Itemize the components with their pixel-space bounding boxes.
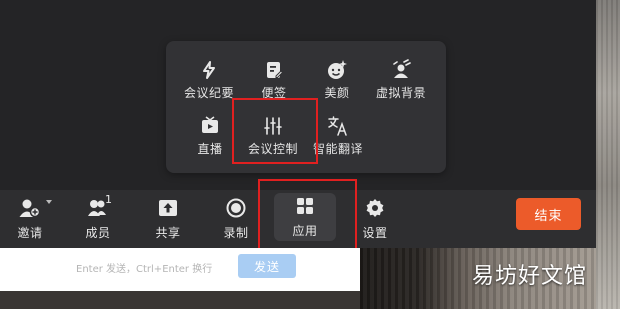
share-button[interactable]: 共享 [140,190,196,248]
highlight-apps-button [258,179,357,250]
highlight-meeting-control [232,98,318,164]
record-icon [225,197,247,219]
chevron-down-icon [46,200,52,204]
app-label: 会议纪要 [183,86,234,100]
members-label: 成员 [85,226,111,240]
app-label: 虚拟背景 [375,86,426,100]
settings-label: 设置 [362,226,388,240]
lightning-icon [198,59,220,81]
virtual-background-icon [390,59,412,81]
share-label: 共享 [155,226,181,240]
app-label: 智能翻译 [312,142,363,156]
chat-footer-strip [0,291,360,309]
share-screen-icon [157,197,179,219]
send-button[interactable]: 发送 [238,254,296,278]
app-notes[interactable]: 便签 [239,53,309,103]
end-meeting-button[interactable]: 结束 [516,198,581,230]
chat-hint: Enter 发送，Ctrl+Enter 换行 [76,264,213,275]
app-beauty[interactable]: 美颜 [302,53,372,103]
note-edit-icon [263,59,285,81]
members-button[interactable]: 1 成员 [70,190,126,248]
invite-button[interactable]: 邀请 [2,190,58,248]
members-icon: 1 [87,193,112,219]
app-virtual-background[interactable]: 虚拟背景 [366,53,436,103]
add-user-icon [19,197,52,219]
translate-icon [327,115,349,137]
live-tv-icon [199,115,221,137]
invite-label: 邀请 [17,226,43,240]
beauty-face-icon [326,59,348,81]
record-button[interactable]: 录制 [208,190,264,248]
members-count: 1 [105,193,112,206]
app-label: 直播 [197,142,223,156]
record-label: 录制 [223,226,249,240]
background-photo-strip [596,0,620,309]
gear-icon [364,197,386,219]
watermark: 易坊好文馆 [472,264,588,289]
app-label: 美颜 [324,86,350,100]
app-meeting-minutes[interactable]: 会议纪要 [174,53,244,103]
